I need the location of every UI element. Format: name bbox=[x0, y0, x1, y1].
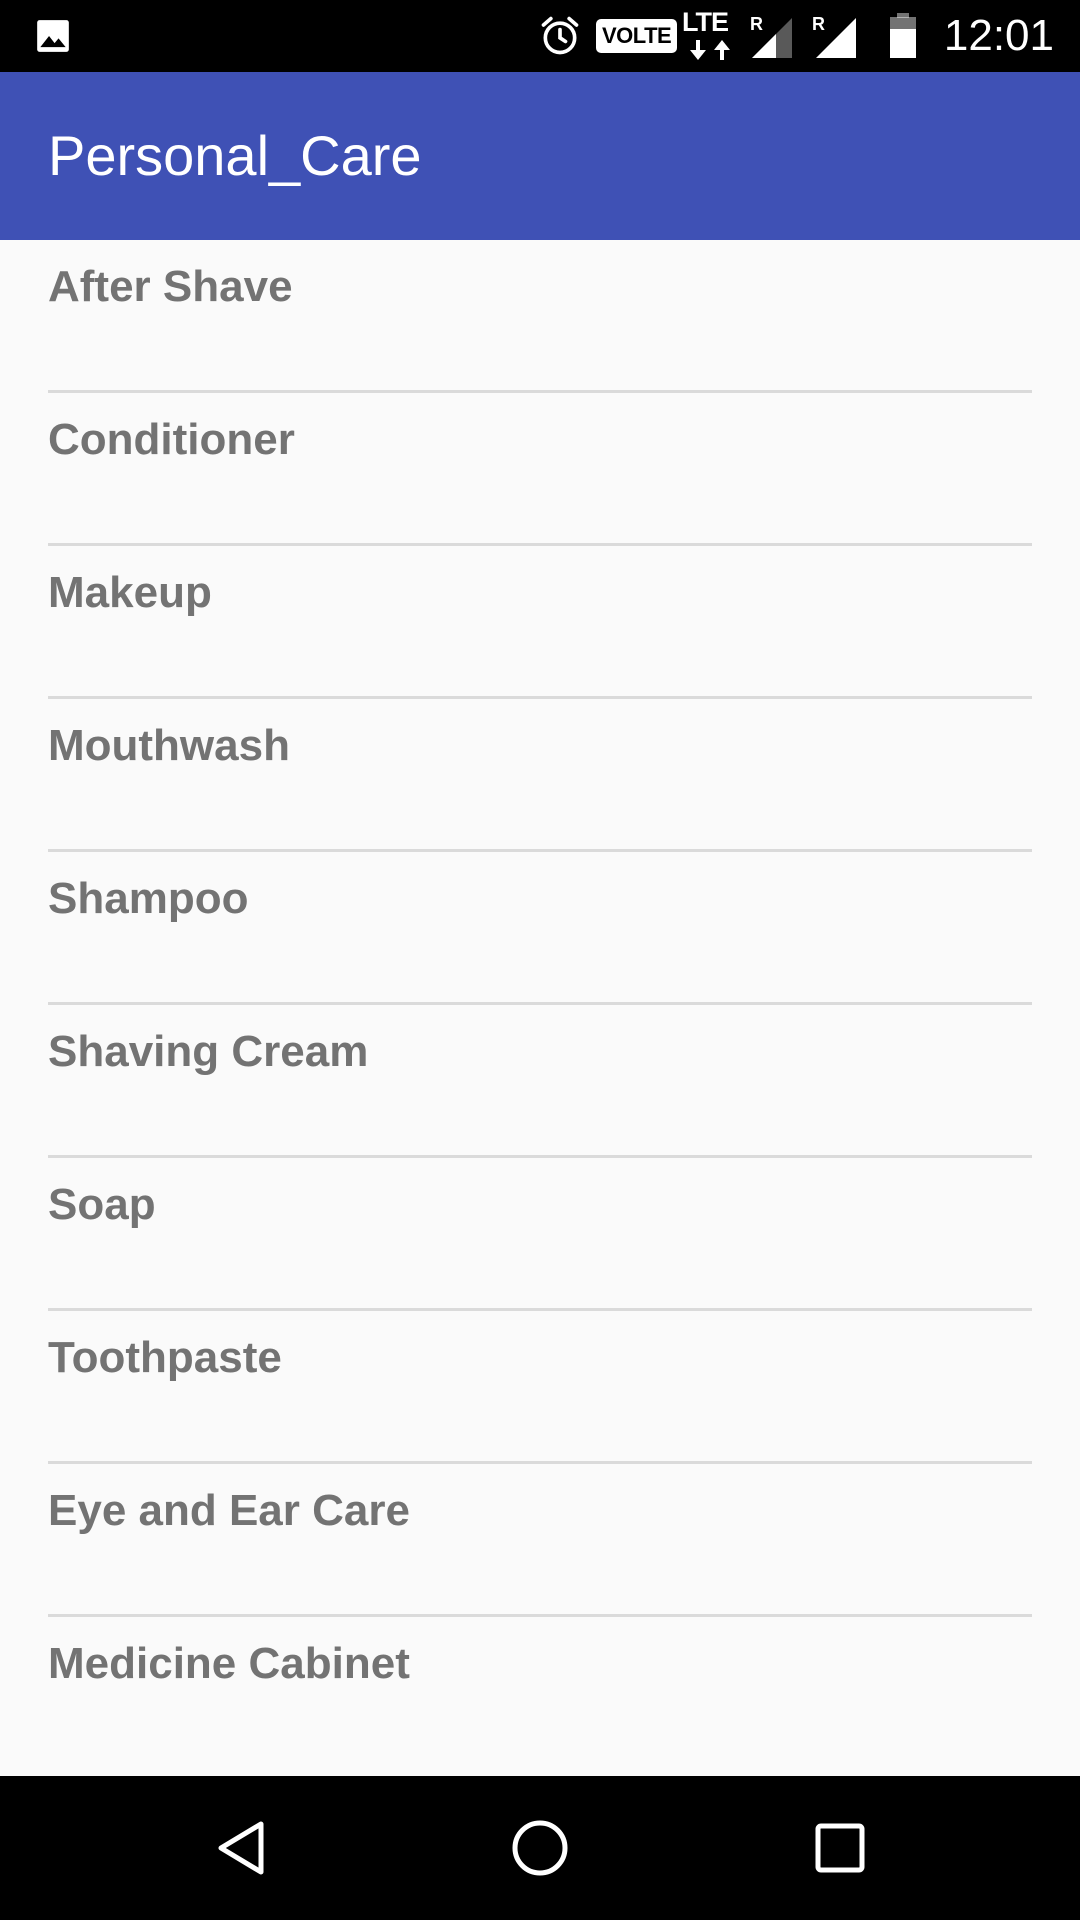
list-item-label: Toothpaste bbox=[48, 1333, 282, 1382]
status-bar: VOLTE LTE R R 12:01 bbox=[0, 0, 1080, 72]
list-item-medicine-cabinet[interactable]: Medicine Cabinet bbox=[0, 1617, 1080, 1770]
list-item-shaving-cream[interactable]: Shaving Cream bbox=[0, 1005, 1080, 1158]
list-item-label: Makeup bbox=[48, 568, 212, 617]
data-arrows-icon bbox=[690, 40, 730, 60]
list-item-label: Eye and Ear Care bbox=[48, 1486, 410, 1535]
recents-button[interactable] bbox=[790, 1798, 890, 1898]
status-clock: 12:01 bbox=[943, 11, 1054, 60]
roaming-indicator: R bbox=[750, 14, 763, 34]
category-list[interactable]: After Shave Conditioner Makeup Mouthwash… bbox=[0, 240, 1080, 1776]
list-item-label: Mouthwash bbox=[48, 721, 290, 770]
list-item-conditioner[interactable]: Conditioner bbox=[0, 393, 1080, 546]
home-button[interactable] bbox=[490, 1798, 590, 1898]
list-item-after-shave[interactable]: After Shave bbox=[0, 240, 1080, 393]
home-icon bbox=[512, 1820, 568, 1876]
list-item-label: Medicine Cabinet bbox=[48, 1639, 410, 1688]
list-item-label: Conditioner bbox=[48, 415, 295, 464]
list-item-label: Shampoo bbox=[48, 874, 249, 923]
list-item-label: After Shave bbox=[48, 262, 293, 311]
app-bar: Personal_Care bbox=[0, 72, 1080, 240]
page-title: Personal_Care bbox=[48, 124, 422, 187]
alarm-icon bbox=[541, 16, 579, 55]
network-type-label: LTE bbox=[682, 7, 729, 37]
back-icon bbox=[218, 1821, 264, 1875]
list-item-shampoo[interactable]: Shampoo bbox=[0, 852, 1080, 1005]
list-item-label: Shaving Cream bbox=[48, 1027, 369, 1076]
recents-icon bbox=[815, 1823, 865, 1873]
back-button[interactable] bbox=[191, 1798, 291, 1898]
volte-badge: VOLTE bbox=[596, 19, 678, 53]
roaming-indicator: R bbox=[812, 14, 825, 34]
list-item-soap[interactable]: Soap bbox=[0, 1158, 1080, 1311]
list-item-toothpaste[interactable]: Toothpaste bbox=[0, 1311, 1080, 1464]
gallery-icon bbox=[37, 20, 69, 52]
list-item-makeup[interactable]: Makeup bbox=[0, 546, 1080, 699]
list-item-label: Soap bbox=[48, 1180, 156, 1229]
list-item-mouthwash[interactable]: Mouthwash bbox=[0, 699, 1080, 852]
list-item-eye-and-ear-care[interactable]: Eye and Ear Care bbox=[0, 1464, 1080, 1617]
navigation-bar bbox=[0, 1776, 1080, 1920]
battery-icon bbox=[890, 13, 916, 58]
